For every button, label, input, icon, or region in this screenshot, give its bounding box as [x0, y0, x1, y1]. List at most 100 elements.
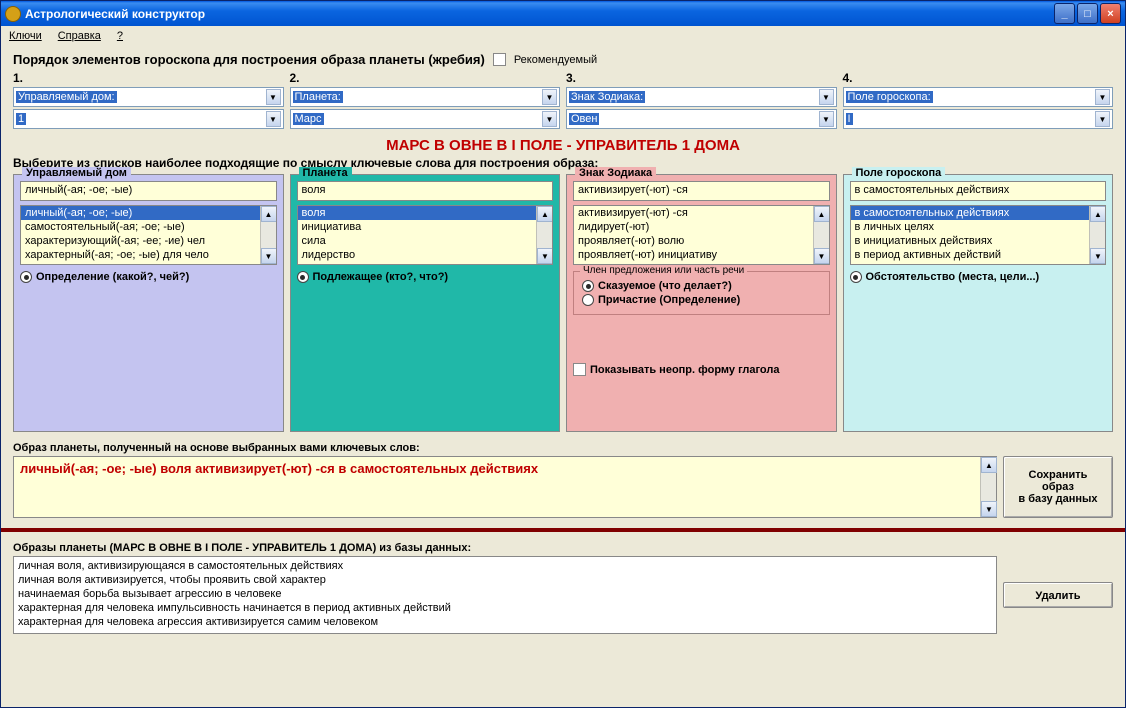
- panel-field-field[interactable]: в самостоятельных действиях: [850, 181, 1107, 201]
- scrollbar[interactable]: ▲▼: [260, 206, 276, 264]
- list-item[interactable]: в самостоятельных действиях: [851, 206, 1106, 220]
- titlebar: Астрологический конструктор _ □ ×: [1, 1, 1125, 26]
- db-listbox[interactable]: личная воля, активизирующаяся в самостоя…: [13, 556, 997, 634]
- list-item[interactable]: самостоятельный(-ая; -ое; -ые): [21, 220, 276, 234]
- panel-house-radio-row[interactable]: Определение (какой?, чей?): [20, 271, 277, 283]
- scroll-up-icon[interactable]: ▲: [1090, 206, 1106, 222]
- panel-house-title: Управляемый дом: [22, 167, 131, 179]
- chevron-down-icon: ▼: [266, 111, 281, 127]
- list-item[interactable]: инициатива: [298, 220, 553, 234]
- list-item[interactable]: лидирует(-ют): [574, 220, 829, 234]
- panel-house-listbox[interactable]: личный(-ая; -ое; -ые) самостоятельный(-а…: [20, 205, 277, 265]
- list-item[interactable]: лидерство: [298, 248, 553, 262]
- radio-subject[interactable]: [297, 271, 309, 283]
- list-item[interactable]: в личных целях: [851, 220, 1106, 234]
- list-item[interactable]: сила: [298, 234, 553, 248]
- list-item[interactable]: в период активных действий: [851, 248, 1106, 262]
- scroll-up-icon[interactable]: ▲: [814, 206, 830, 222]
- col4-value-dropdown[interactable]: I▼: [843, 109, 1114, 129]
- content-area: Порядок элементов гороскопа для построен…: [1, 46, 1125, 707]
- col3-value-dropdown[interactable]: Овен▼: [566, 109, 837, 129]
- scrollbar[interactable]: ▲▼: [1089, 206, 1105, 264]
- col2-label-dropdown[interactable]: Планета:▼: [290, 87, 561, 107]
- radio-participle-row[interactable]: Причастие (Определение): [582, 294, 821, 306]
- panel-field: Поле гороскопа в самостоятельных действи…: [843, 174, 1114, 432]
- panel-planet-title: Планета: [299, 167, 352, 179]
- list-item[interactable]: личная воля активизируется, чтобы прояви…: [18, 573, 992, 587]
- chevron-down-icon: ▼: [819, 89, 834, 105]
- list-item[interactable]: активизирует(-ют) -ся: [574, 206, 829, 220]
- list-item[interactable]: характеризующий(-ая; -ее; -ие) чел: [21, 234, 276, 248]
- scroll-down-icon[interactable]: ▼: [1090, 248, 1106, 264]
- list-item[interactable]: личный(-ая; -ое; -ые): [21, 206, 276, 220]
- minimize-button[interactable]: _: [1054, 3, 1075, 24]
- panel-sign: Знак Зодиака активизирует(-ют) -ся актив…: [566, 174, 837, 432]
- panel-planet-listbox[interactable]: воля инициатива сила лидерство ▲▼: [297, 205, 554, 265]
- menu-question[interactable]: ?: [117, 30, 123, 42]
- list-item[interactable]: характерная для человека импульсивность …: [18, 601, 992, 615]
- col1-value-dropdown[interactable]: 1▼: [13, 109, 284, 129]
- list-item[interactable]: личная воля, активизирующаяся в самостоя…: [18, 559, 992, 573]
- panel-planet-field[interactable]: воля: [297, 181, 554, 201]
- col1-label-dropdown[interactable]: Управляемый дом:▼: [13, 87, 284, 107]
- panel-house-field[interactable]: личный(-ая; -ое; -ые): [20, 181, 277, 201]
- scroll-down-icon[interactable]: ▼: [981, 501, 997, 517]
- chevron-down-icon: ▼: [1095, 89, 1110, 105]
- scrollbar[interactable]: ▲▼: [536, 206, 552, 264]
- recommended-checkbox[interactable]: [493, 53, 506, 66]
- panel-sign-listbox[interactable]: активизирует(-ют) -ся лидирует(-ют) проя…: [573, 205, 830, 265]
- col3-num: 3.: [566, 71, 837, 85]
- choose-label: Выберите из списков наиболее подходящие …: [13, 156, 1113, 170]
- list-item[interactable]: проявляет(-ют) инициативу: [574, 248, 829, 262]
- radio-predicate-row[interactable]: Сказуемое (что делает?): [582, 280, 821, 292]
- list-item[interactable]: характерный(-ая; -ое; -ые) для чело: [21, 248, 276, 262]
- number-row: 1. 2. 3. 4.: [13, 71, 1113, 85]
- maximize-button[interactable]: □: [1077, 3, 1098, 24]
- divider: [1, 528, 1125, 532]
- scroll-up-icon[interactable]: ▲: [537, 206, 553, 222]
- result-textbox[interactable]: личный(-ая; -ое; -ые) воля активизирует(…: [13, 456, 997, 518]
- col3-label-dropdown[interactable]: Знак Зодиака:▼: [566, 87, 837, 107]
- radio-circumstance[interactable]: [850, 271, 862, 283]
- list-item[interactable]: начинаемая борьба вызывает агрессию в че…: [18, 587, 992, 601]
- save-button[interactable]: Сохранить образ в базу данных: [1003, 456, 1113, 518]
- col2-value-dropdown[interactable]: Марс▼: [290, 109, 561, 129]
- scroll-up-icon[interactable]: ▲: [981, 457, 997, 473]
- scrollbar[interactable]: ▲▼: [813, 206, 829, 264]
- panel-field-listbox[interactable]: в самостоятельных действиях в личных цел…: [850, 205, 1107, 265]
- close-button[interactable]: ×: [1100, 3, 1121, 24]
- chevron-down-icon: ▼: [542, 89, 557, 105]
- show-infinitive-checkbox[interactable]: [573, 363, 586, 376]
- delete-button[interactable]: Удалить: [1003, 582, 1113, 608]
- scroll-down-icon[interactable]: ▼: [261, 248, 277, 264]
- dropdown-labels-row: Управляемый дом:▼ Планета:▼ Знак Зодиака…: [13, 87, 1113, 107]
- speech-part-title: Член предложения или часть речи: [580, 265, 747, 276]
- menu-help[interactable]: Справка: [58, 30, 101, 42]
- scrollbar[interactable]: ▲▼: [980, 457, 996, 517]
- scroll-up-icon[interactable]: ▲: [261, 206, 277, 222]
- result-row: личный(-ая; -ое; -ые) воля активизирует(…: [13, 456, 1113, 518]
- menu-keys[interactable]: Ключи: [9, 30, 42, 42]
- radio-participle[interactable]: [582, 294, 594, 306]
- col4-label-dropdown[interactable]: Поле гороскопа:▼: [843, 87, 1114, 107]
- list-item[interactable]: в инициативных действиях: [851, 234, 1106, 248]
- radio-definition[interactable]: [20, 271, 32, 283]
- db-row: личная воля, активизирующаяся в самостоя…: [13, 556, 1113, 634]
- chevron-down-icon: ▼: [1095, 111, 1110, 127]
- col2-num: 2.: [290, 71, 561, 85]
- panel-planet-radio-row[interactable]: Подлежащее (кто?, что?): [297, 271, 554, 283]
- scroll-down-icon[interactable]: ▼: [537, 248, 553, 264]
- order-label: Порядок элементов гороскопа для построен…: [13, 52, 485, 67]
- scroll-down-icon[interactable]: ▼: [814, 248, 830, 264]
- list-item[interactable]: воля: [298, 206, 553, 220]
- radio-predicate[interactable]: [582, 280, 594, 292]
- panel-field-radio-row[interactable]: Обстоятельство (места, цели...): [850, 271, 1107, 283]
- menubar: Ключи Справка ?: [1, 26, 1125, 46]
- panel-planet: Планета воля воля инициатива сила лидерс…: [290, 174, 561, 432]
- show-infinitive-row[interactable]: Показывать неопр. форму глагола: [573, 363, 830, 376]
- panel-house: Управляемый дом личный(-ая; -ое; -ые) ли…: [13, 174, 284, 432]
- app-icon: [5, 6, 21, 22]
- list-item[interactable]: характерная для человека агрессия активи…: [18, 615, 992, 629]
- list-item[interactable]: проявляет(-ют) волю: [574, 234, 829, 248]
- panel-sign-field[interactable]: активизирует(-ют) -ся: [573, 181, 830, 201]
